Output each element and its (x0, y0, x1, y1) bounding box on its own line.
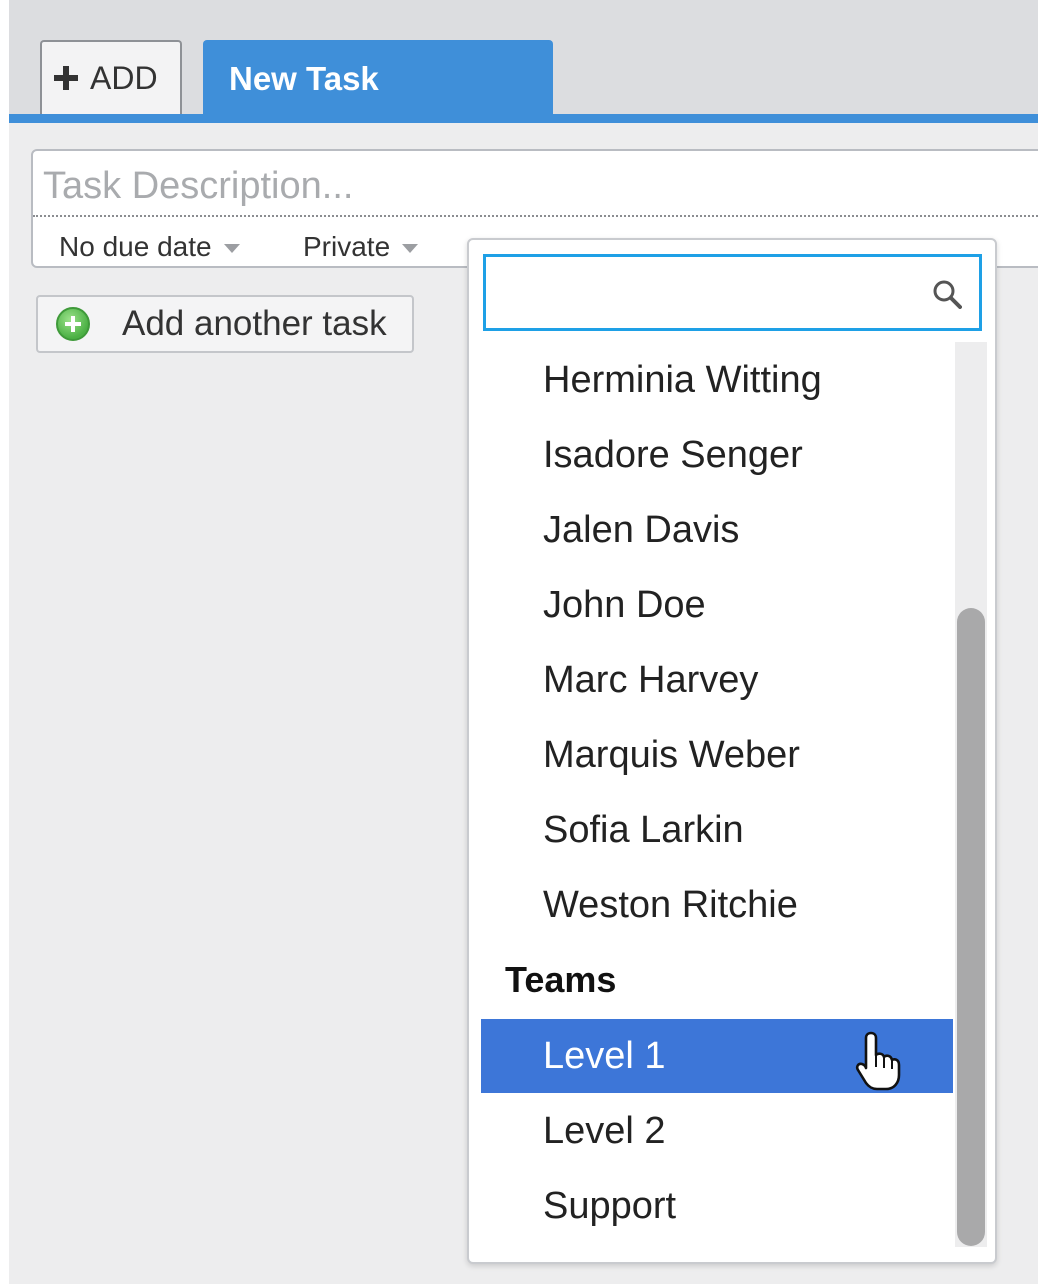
add-another-task-button[interactable]: Add another task (36, 295, 414, 353)
dropdown-search-box (483, 254, 982, 331)
option-person[interactable]: Isadore Senger (481, 418, 953, 492)
privacy-label: Private (303, 231, 391, 262)
tab-new-task[interactable]: New Task (203, 40, 553, 120)
group-header-teams: Teams (505, 959, 617, 1000)
scrollbar-thumb[interactable] (957, 608, 985, 1246)
option-person[interactable]: Marquis Weber (481, 718, 953, 792)
search-icon[interactable] (932, 279, 962, 309)
privacy-dropdown[interactable]: Private (303, 231, 419, 263)
option-person[interactable]: Jalen Davis (481, 493, 953, 567)
hand-cursor-icon (855, 1031, 901, 1091)
add-task-plus-icon (56, 307, 90, 341)
add-tab-button[interactable]: ADD (40, 40, 182, 114)
option-person[interactable]: John Doe (481, 568, 953, 642)
task-description-input[interactable] (43, 161, 1023, 211)
window-edge (0, 0, 9, 1284)
due-date-label: No due date (59, 231, 212, 262)
caret-down-icon (223, 243, 240, 253)
due-date-dropdown[interactable]: No due date (59, 231, 240, 263)
option-team-label: Level 1 (543, 1035, 666, 1077)
add-tab-label: ADD (90, 59, 158, 96)
option-person[interactable]: Herminia Witting (481, 343, 953, 417)
option-team[interactable]: Level 2 (481, 1094, 953, 1168)
option-person[interactable]: Sofia Larkin (481, 793, 953, 867)
add-another-task-label: Add another task (122, 304, 387, 343)
plus-icon (54, 66, 78, 90)
dotted-divider (33, 215, 1038, 217)
dropdown-search-input[interactable] (496, 267, 916, 317)
option-team-highlighted[interactable]: Level 1 (481, 1019, 953, 1093)
option-person[interactable]: Weston Ritchie (481, 868, 953, 942)
tab-new-task-label: New Task (229, 60, 379, 97)
option-team[interactable]: Support (481, 1169, 953, 1243)
assignee-dropdown: Herminia Witting Isadore Senger Jalen Da… (467, 238, 997, 1264)
caret-down-icon (402, 243, 419, 253)
option-person[interactable]: Marc Harvey (481, 643, 953, 717)
